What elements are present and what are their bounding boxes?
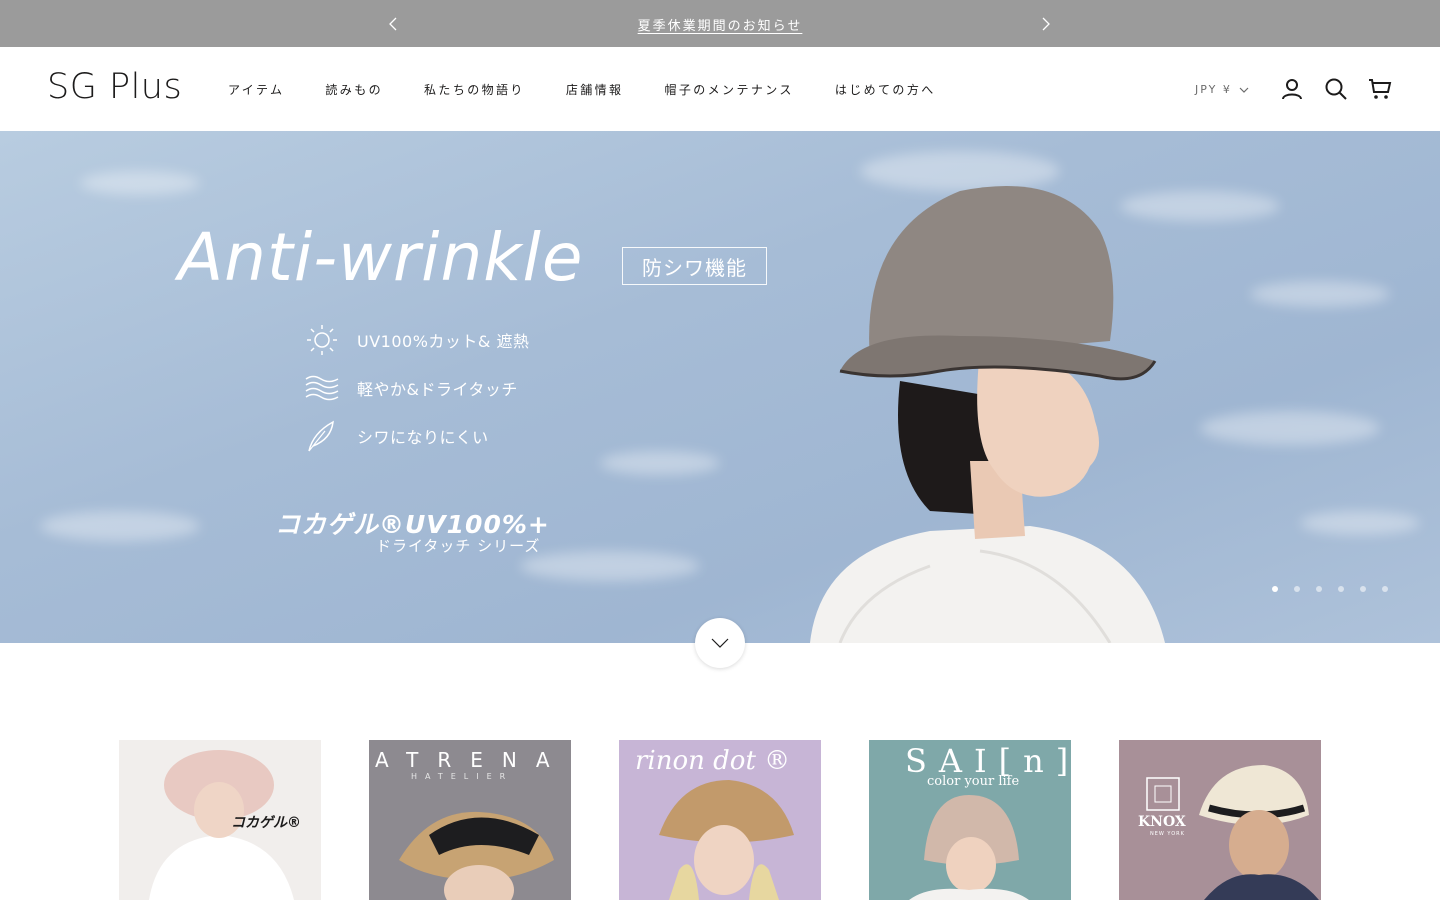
slide-dot-1[interactable] [1272,586,1278,592]
brand-tile-sain[interactable]: SAI[n] color your life [869,740,1071,900]
currency-selector[interactable]: JPY ¥ [1195,83,1249,96]
account-icon[interactable] [1280,77,1304,101]
nav-item-store-info[interactable]: 店舗情報 [566,81,624,98]
hero-feature-label: シワになりにくい [357,428,489,447]
wave-icon [305,375,339,401]
nav-item-reading[interactable]: 読みもの [325,81,383,98]
chevron-down-icon [1239,87,1249,93]
hero-badge: 防シワ機能 [622,247,767,285]
slide-dot-3[interactable] [1316,586,1322,592]
tile-sublabel: HATELIER [411,772,514,781]
scroll-down-button[interactable] [695,618,745,668]
cart-icon[interactable] [1368,77,1392,101]
hero-model-image [810,186,1165,643]
nav-item-our-story[interactable]: 私たちの物語り [424,81,525,98]
announcement-bar: 夏季休業期間のお知らせ [0,0,1440,47]
feather-icon [308,420,334,452]
nav-item-hat-maintenance[interactable]: 帽子のメンテナンス [664,81,793,98]
slide-dot-2[interactable] [1294,586,1300,592]
tile-label: KNOX [1138,814,1186,830]
tile-label: コカゲル® [231,815,301,831]
brand-tile-atrena[interactable]: ATRENA HATELIER [369,740,571,900]
hero-feature-dry: 軽やか&ドライタッチ [303,371,518,405]
nav-item-items[interactable]: アイテム [228,81,284,98]
hero-title: Anti-wrinkle [178,219,584,296]
announcement-link[interactable]: 夏季休業期間のお知らせ [0,15,1440,34]
hero-feature-uv: UV100%カット& 遮熱 [303,323,529,357]
site-logo[interactable]: SG Plus [47,67,182,107]
nav-item-first-time[interactable]: はじめての方へ [835,81,936,98]
tile-sublabel: color your life [927,774,1020,789]
sun-icon [307,325,337,355]
slideshow-dots [1272,586,1404,592]
site-header: SG Plus アイテム 読みもの 私たちの物語り 店舗情報 帽子のメンテナンス… [0,47,1440,131]
brand-tile-rinon-dot[interactable]: rinon dot ® [619,740,821,900]
chevron-right-icon [1042,17,1050,31]
announcement-next-button[interactable] [1034,12,1058,36]
tile-sublabel: NEW YORK [1150,831,1185,837]
hero-feature-label: UV100%カット& 遮熱 [357,332,530,351]
brand-tile-kokageru[interactable]: コカゲル® [119,740,321,900]
main-nav: アイテム 読みもの 私たちの物語り 店舗情報 帽子のメンテナンス はじめての方へ [228,81,977,98]
tile-label: ATRENA [375,748,569,772]
hero-feature-wrinkle: シワになりにくい [303,419,489,453]
currency-label: JPY ¥ [1195,83,1232,96]
search-icon[interactable] [1324,77,1348,101]
slide-dot-4[interactable] [1338,586,1344,592]
slide-dot-6[interactable] [1382,586,1388,592]
hero-feature-label: 軽やか&ドライタッチ [357,380,518,399]
hero-banner[interactable]: Anti-wrinkle 防シワ機能 UV100%カット& 遮熱 軽やか&ドライ… [0,131,1440,643]
brand-tiles: コカゲル® ATRENA HATELIER rinon dot ® SAI[n]… [119,740,1321,900]
tile-label: rinon dot ® [635,746,791,776]
hero-brand-sub: ドライタッチ シリーズ [376,537,541,555]
chevron-down-icon [711,638,729,648]
brand-tile-knox[interactable]: KNOX NEW YORK [1119,740,1321,900]
slide-dot-5[interactable] [1360,586,1366,592]
